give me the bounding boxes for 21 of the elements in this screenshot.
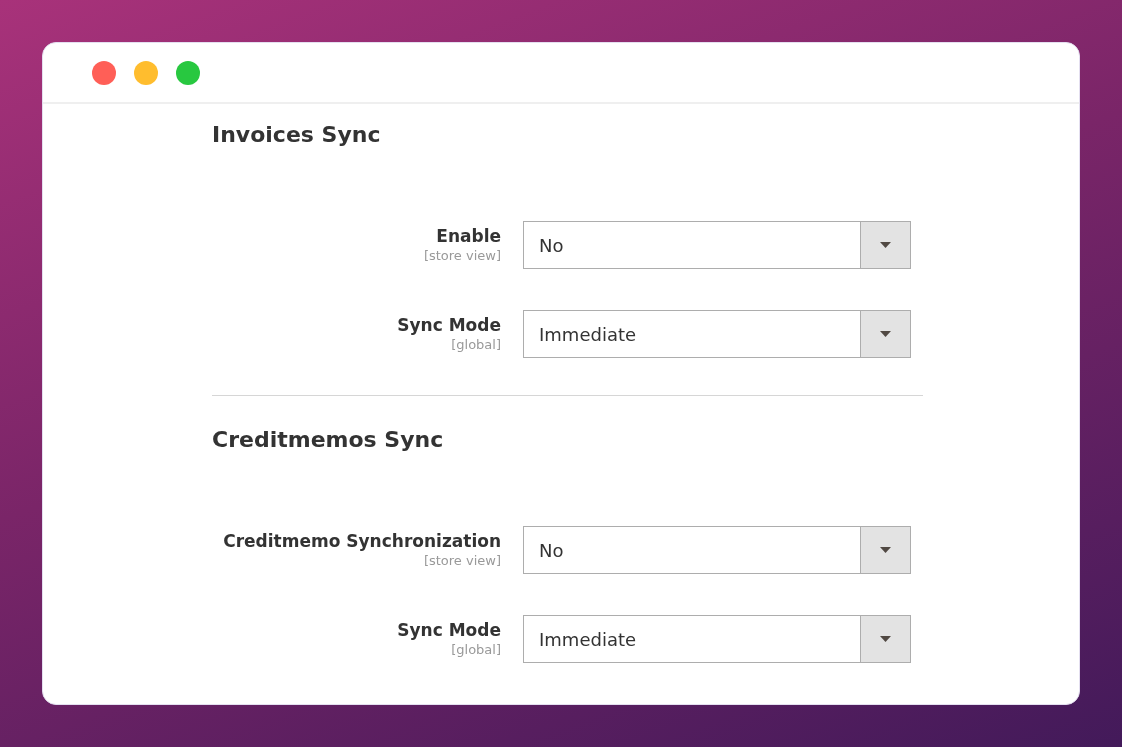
caret-icon bbox=[880, 242, 891, 248]
scope-label: [global] bbox=[451, 641, 501, 659]
scope-label: [global] bbox=[451, 336, 501, 354]
dropdown[interactable]: No bbox=[523, 221, 911, 269]
caret-icon bbox=[880, 636, 891, 642]
window-control-icon[interactable] bbox=[92, 60, 116, 85]
scope-label: [store view] bbox=[423, 552, 501, 570]
field-label: Creditmemo Synchronization bbox=[223, 530, 501, 552]
window-control-icon[interactable] bbox=[134, 60, 158, 85]
dropdown[interactable]: No bbox=[523, 526, 911, 574]
section-title: Creditmemos Sync bbox=[212, 426, 444, 454]
section-title: Invoices Sync bbox=[212, 121, 381, 149]
field-label: Enable bbox=[436, 225, 501, 247]
field-label: Sync Mode bbox=[397, 619, 501, 641]
window-control-icon[interactable] bbox=[176, 60, 200, 85]
caret-icon bbox=[880, 547, 891, 553]
scope-label: [store view] bbox=[423, 247, 501, 265]
field-label: Sync Mode bbox=[397, 314, 501, 336]
dropdown[interactable]: Immediate bbox=[523, 310, 911, 358]
caret-icon bbox=[880, 331, 891, 337]
dropdown[interactable]: Immediate bbox=[523, 615, 911, 663]
